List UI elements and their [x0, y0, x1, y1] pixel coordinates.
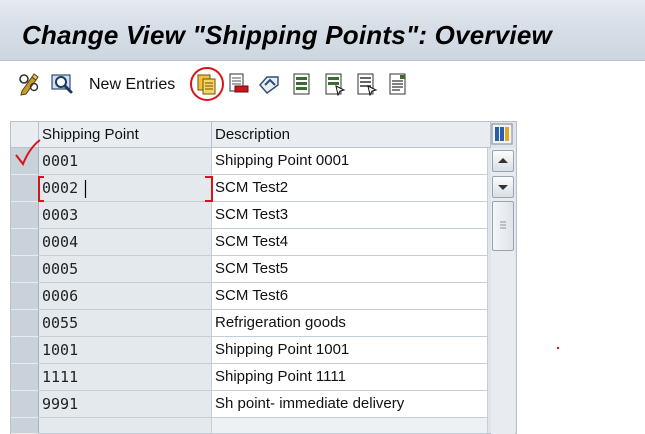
- display-change-icon[interactable]: [17, 72, 41, 96]
- description-cell[interactable]: Shipping Point 0001: [212, 148, 488, 175]
- deselect-all-icon[interactable]: [354, 72, 378, 96]
- red-bracket-left-annotation: [38, 176, 44, 202]
- row-selector[interactable]: [11, 283, 39, 310]
- row-selector[interactable]: [11, 175, 39, 202]
- page-title: Change View "Shipping Points": Overview: [22, 20, 552, 50]
- row-selector[interactable]: [11, 391, 39, 418]
- undo-change-icon[interactable]: [257, 72, 281, 96]
- description-cell[interactable]: SCM Test3: [212, 202, 488, 229]
- shipping-point-cell[interactable]: [39, 418, 212, 434]
- shipping-point-cell[interactable]: 0004: [39, 229, 212, 256]
- select-all-icon[interactable]: [290, 72, 314, 96]
- copy-as-highlight-circle: [190, 67, 224, 101]
- column-settings-icon[interactable]: [491, 123, 513, 145]
- row-selector[interactable]: [11, 364, 39, 391]
- description-cell[interactable]: Refrigeration goods: [212, 310, 488, 337]
- description-cell[interactable]: Shipping Point 1001: [212, 337, 488, 364]
- shipping-point-cell[interactable]: 9991: [39, 391, 212, 418]
- description-cell[interactable]: Sh point- immediate delivery: [212, 391, 488, 418]
- shipping-point-cell[interactable]: 1111: [39, 364, 212, 391]
- scroll-up-button[interactable]: [492, 150, 514, 172]
- shipping-point-cell[interactable]: 0001: [39, 148, 212, 175]
- row-selector[interactable]: [11, 202, 39, 229]
- row-selector[interactable]: [11, 310, 39, 337]
- description-cell[interactable]: SCM Test5: [212, 256, 488, 283]
- scrollbar-thumb[interactable]: [492, 201, 514, 251]
- description-cell[interactable]: SCM Test6: [212, 283, 488, 310]
- row-selector[interactable]: [11, 337, 39, 364]
- title-bar: Change View "Shipping Points": Overview: [0, 0, 645, 61]
- find-icon[interactable]: [50, 72, 74, 96]
- row-selector[interactable]: [11, 229, 39, 256]
- new-entries-button[interactable]: New Entries: [89, 76, 175, 94]
- scroll-down-arrow-icon: [498, 185, 508, 190]
- delete-icon[interactable]: [226, 72, 250, 96]
- description-cell[interactable]: Shipping Point 1111: [212, 364, 488, 391]
- red-dot-annotation: [556, 346, 560, 350]
- shipping-point-cell[interactable]: 0006: [39, 283, 212, 310]
- scroll-down-button[interactable]: [492, 176, 514, 198]
- row-selector[interactable]: [11, 256, 39, 283]
- shipping-point-cell[interactable]: 0055: [39, 310, 212, 337]
- grip-icon: [500, 221, 506, 229]
- row-selector[interactable]: [11, 418, 39, 434]
- shipping-point-cell[interactable]: 0003: [39, 202, 212, 229]
- scroll-up-arrow-icon: [498, 158, 508, 163]
- red-bracket-right-annotation: [205, 176, 213, 202]
- description-cell[interactable]: SCM Test4: [212, 229, 488, 256]
- application-toolbar: New Entries: [0, 61, 645, 107]
- text-cursor: [84, 180, 87, 198]
- description-cell[interactable]: [212, 418, 488, 434]
- column-header-description[interactable]: Description: [212, 122, 491, 148]
- shipping-point-cell[interactable]: 0005: [39, 256, 212, 283]
- select-block-icon[interactable]: [322, 72, 346, 96]
- description-cell[interactable]: SCM Test2: [212, 175, 488, 202]
- print-field-list-icon[interactable]: [386, 72, 410, 96]
- shipping-point-cell[interactable]: 1001: [39, 337, 212, 364]
- red-checkmark-annotation: [15, 139, 41, 166]
- column-header-shipping-point[interactable]: Shipping Point: [39, 122, 212, 148]
- shipping-point-cell[interactable]: 0002: [39, 175, 212, 202]
